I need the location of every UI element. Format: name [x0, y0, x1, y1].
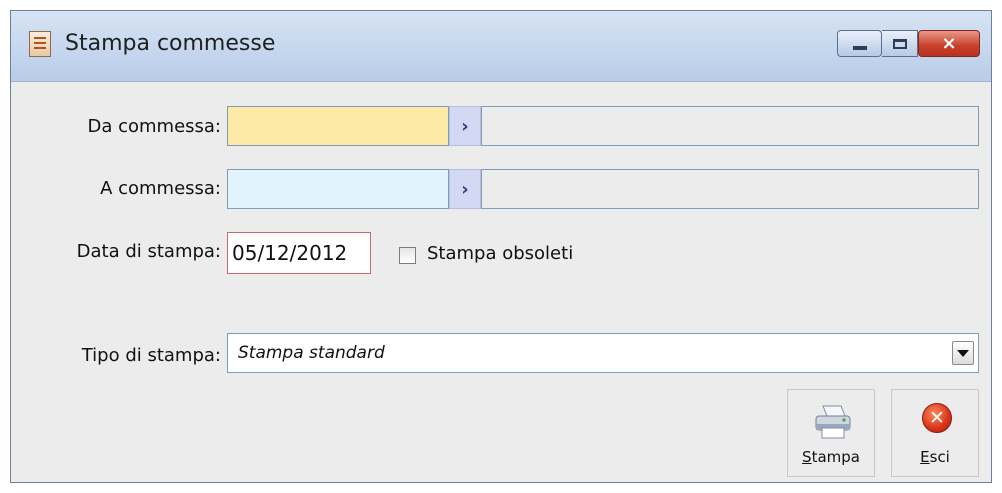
close-button[interactable]: ×	[918, 30, 980, 57]
esci-button[interactable]: ✕ Esci	[891, 389, 979, 477]
a-commessa-label: A commessa:	[100, 178, 221, 199]
window-title: Stampa commesse	[65, 31, 276, 56]
close-icon: ×	[941, 33, 957, 54]
minimize-icon	[852, 45, 867, 50]
maximize-icon	[892, 38, 907, 49]
maximize-button[interactable]	[882, 30, 918, 57]
chevron-down-icon	[957, 349, 969, 357]
chevron-right-icon: ›	[461, 178, 469, 200]
tipo-stampa-value: Stampa standard	[238, 343, 385, 363]
a-commessa-description	[481, 169, 979, 209]
da-commessa-label: Da commessa:	[87, 116, 221, 137]
da-commessa-description	[481, 106, 979, 146]
data-stampa-input[interactable]	[227, 232, 371, 274]
dropdown-arrow-button[interactable]	[952, 341, 974, 365]
stampa-commesse-window: Stampa commesse × Da commessa: › A comme…	[10, 10, 992, 483]
printer-icon	[815, 405, 851, 439]
stampa-button-label: Stampa	[802, 448, 860, 466]
chevron-right-icon: ›	[461, 115, 469, 137]
a-commessa-input[interactable]	[227, 169, 449, 209]
stampa-obsoleti-checkbox[interactable]	[399, 247, 416, 264]
stampa-obsoleti-label[interactable]: Stampa obsoleti	[427, 243, 573, 264]
title-bar[interactable]: Stampa commesse ×	[11, 11, 991, 82]
tipo-stampa-select[interactable]: Stampa standard	[227, 333, 979, 373]
a-commessa-zoom-button[interactable]: ›	[449, 169, 481, 209]
da-commessa-zoom-button[interactable]: ›	[449, 106, 481, 146]
da-commessa-input[interactable]	[227, 106, 449, 146]
esci-button-label: Esci	[920, 448, 950, 466]
data-stampa-label: Data di stampa:	[76, 241, 221, 262]
tipo-stampa-label: Tipo di stampa:	[81, 345, 221, 366]
minimize-button[interactable]	[837, 30, 882, 57]
close-circle-icon: ✕	[922, 403, 952, 433]
stampa-button[interactable]: Stampa	[787, 389, 875, 477]
document-icon[interactable]	[29, 31, 51, 57]
